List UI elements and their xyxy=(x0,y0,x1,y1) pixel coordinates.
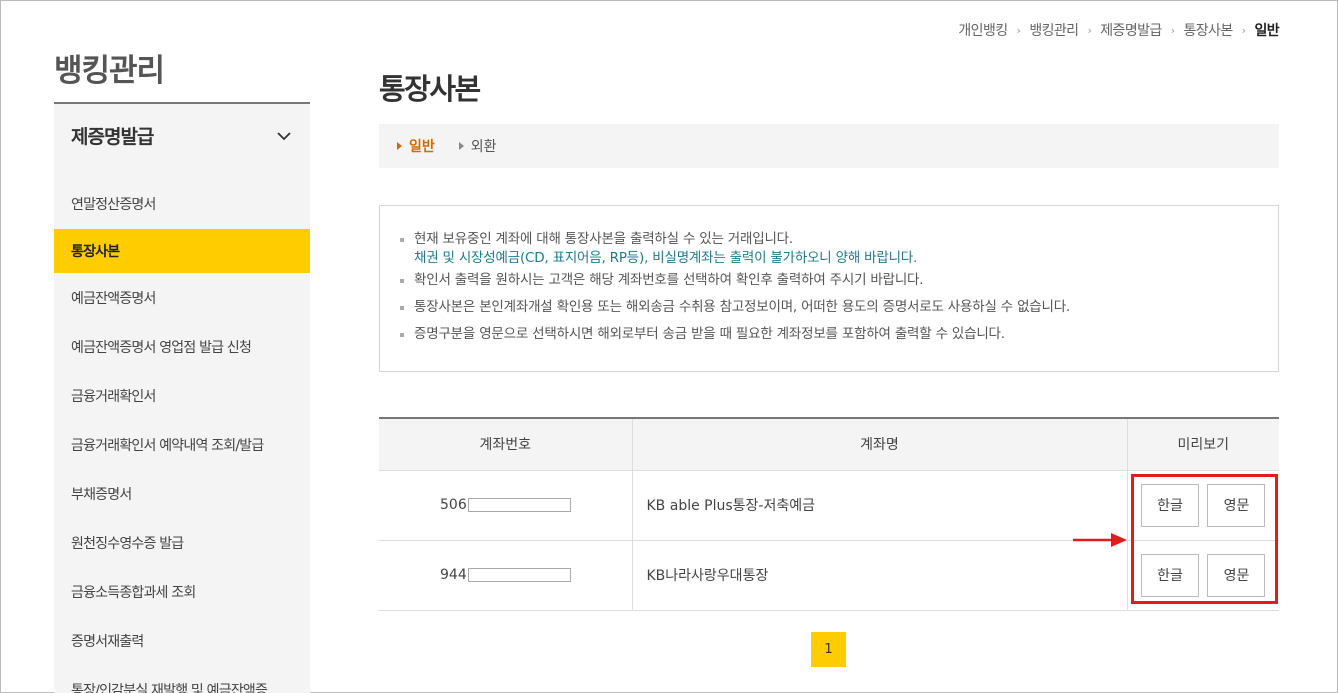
notice-text: 통장사본은 본인계좌개설 확인용 또는 해외송금 수취용 참고정보이며, 어떠한… xyxy=(414,299,1071,315)
sidebar-item-transaction-confirmation[interactable]: 금융거래확인서 xyxy=(54,371,310,420)
breadcrumb-item[interactable]: 뱅킹관리 xyxy=(1029,20,1079,40)
column-header-account-number: 계좌번호 xyxy=(379,418,633,471)
preview-english-button[interactable]: 영문 xyxy=(1207,483,1266,527)
sidebar-section-toggle[interactable]: 제증명발급 xyxy=(54,104,310,167)
sidebar-item-withholding-receipt[interactable]: 원천징수영수증 발급 xyxy=(54,518,310,567)
arrow-right-icon xyxy=(1073,533,1127,547)
sidebar-title: 뱅킹관리 xyxy=(54,53,165,89)
notice-item: 확인서 출력을 원하시는 고객은 해당 계좌번호를 선택하여 확인후 출력하여 … xyxy=(398,267,1260,294)
breadcrumb-item[interactable]: 개인뱅킹 xyxy=(958,20,1008,40)
preview-cell: 한글 영문 xyxy=(1127,470,1279,541)
tab-label: 일반 xyxy=(409,139,435,155)
tab-label: 외환 xyxy=(470,139,497,155)
triangle-right-icon xyxy=(397,142,402,150)
table-header-row: 계좌번호 계좌명 미리보기 xyxy=(379,418,1279,471)
sidebar-item-lost-reissue[interactable]: 통장/인감분실 재발행 및 예금잔액증 xyxy=(54,665,310,693)
account-number-prefix: 506 xyxy=(440,497,467,513)
notice-item: 통장사본은 본인계좌개설 확인용 또는 해외송금 수취용 참고정보이며, 어떠한… xyxy=(398,294,1260,321)
bullet-icon xyxy=(400,306,404,310)
notice-subtext: 채권 및 시장성예금(CD, 표지어음, RP등), 비실명계좌는 출력이 불가… xyxy=(414,250,918,266)
table-row: 506 KB able Plus통장-저축예금 한글 영문 xyxy=(379,470,1279,541)
bullet-icon xyxy=(400,238,404,242)
bullet-icon xyxy=(400,279,404,283)
account-number-cell: 506 xyxy=(379,470,633,541)
column-header-account-name: 계좌명 xyxy=(632,418,1128,471)
preview-english-button[interactable]: 영문 xyxy=(1207,553,1266,597)
table-row: 944 KB나라사랑우대통장 한글 영문 xyxy=(379,540,1279,611)
notice-box: 현재 보유중인 계좌에 대해 통장사본을 출력하실 수 있는 거래입니다. 채권… xyxy=(379,205,1279,372)
column-header-preview: 미리보기 xyxy=(1127,418,1279,471)
notice-text: 현재 보유중인 계좌에 대해 통장사본을 출력하실 수 있는 거래입니다. xyxy=(414,231,793,247)
sidebar-item-balance-certificate[interactable]: 예금잔액증명서 xyxy=(54,273,310,322)
account-name-cell: KB able Plus통장-저축예금 xyxy=(632,470,1128,541)
account-number-prefix: 944 xyxy=(440,567,467,583)
sidebar-section-label: 제증명발급 xyxy=(71,126,154,148)
preview-korean-button[interactable]: 한글 xyxy=(1141,553,1200,597)
sidebar-item-financial-income-tax[interactable]: 금융소득종합과세 조회 xyxy=(54,567,310,616)
sidebar-item-transaction-reservation[interactable]: 금융거래확인서 예약내역 조회/발급 xyxy=(54,420,310,469)
sidebar-menu: 연말정산증명서 통장사본 예금잔액증명서 예금잔액증명서 영업점 발급 신청 금… xyxy=(54,167,310,693)
notice-text: 증명구분을 영문으로 선택하시면 해외로부터 송금 받을 때 필요한 계좌정보를… xyxy=(414,326,1005,342)
sidebar-item-reprint[interactable]: 증명서재출력 xyxy=(54,616,310,665)
chevron-right-icon: › xyxy=(1087,23,1092,37)
notice-text: 확인서 출력을 원하시는 고객은 해당 계좌번호를 선택하여 확인후 출력하여 … xyxy=(414,272,924,288)
page-title: 통장사본 xyxy=(379,72,481,106)
triangle-right-icon xyxy=(458,142,464,150)
notice-item: 현재 보유중인 계좌에 대해 통장사본을 출력하실 수 있는 거래입니다. 채권… xyxy=(398,226,1260,267)
sidebar-item-debt-certificate[interactable]: 부채증명서 xyxy=(54,469,310,518)
sidebar-item-passbook-copy[interactable]: 통장사본 xyxy=(54,229,310,273)
preview-cell: 한글 영문 xyxy=(1127,540,1279,611)
preview-korean-button[interactable]: 한글 xyxy=(1141,483,1200,527)
tab-bar: 일반 외환 xyxy=(379,124,1279,168)
account-table: 계좌번호 계좌명 미리보기 506 KB able Plus통장-저축예금 한글… xyxy=(379,417,1279,611)
page-button[interactable]: 1 xyxy=(811,632,846,667)
masked-account-number xyxy=(467,568,571,582)
sidebar-item-year-end-tax[interactable]: 연말정산증명서 xyxy=(54,167,310,229)
chevron-right-icon: › xyxy=(1241,23,1246,37)
account-name-cell: KB나라사랑우대통장 xyxy=(632,540,1128,611)
chevron-right-icon: › xyxy=(1016,23,1021,37)
breadcrumb-item[interactable]: 통장사본 xyxy=(1184,20,1234,40)
masked-account-number xyxy=(467,498,571,512)
breadcrumb: 개인뱅킹 › 뱅킹관리 › 제증명발급 › 통장사본 › 일반 xyxy=(958,20,1279,40)
chevron-right-icon: › xyxy=(1170,23,1175,37)
breadcrumb-current: 일반 xyxy=(1254,23,1279,39)
tab-foreign-exchange[interactable]: 외환 xyxy=(458,136,497,156)
breadcrumb-item[interactable]: 제증명발급 xyxy=(1100,20,1162,40)
notice-item: 증명구분을 영문으로 선택하시면 해외로부터 송금 받을 때 필요한 계좌정보를… xyxy=(398,321,1260,348)
account-number-cell: 944 xyxy=(379,540,633,611)
chevron-down-icon xyxy=(277,131,291,140)
bullet-icon xyxy=(400,333,404,337)
tab-general[interactable]: 일반 xyxy=(397,136,435,156)
sidebar: 뱅킹관리 제증명발급 연말정산증명서 통장사본 예금잔액증명서 예금잔액증명서 … xyxy=(54,0,310,693)
sidebar-item-balance-branch-request[interactable]: 예금잔액증명서 영업점 발급 신청 xyxy=(54,322,310,371)
